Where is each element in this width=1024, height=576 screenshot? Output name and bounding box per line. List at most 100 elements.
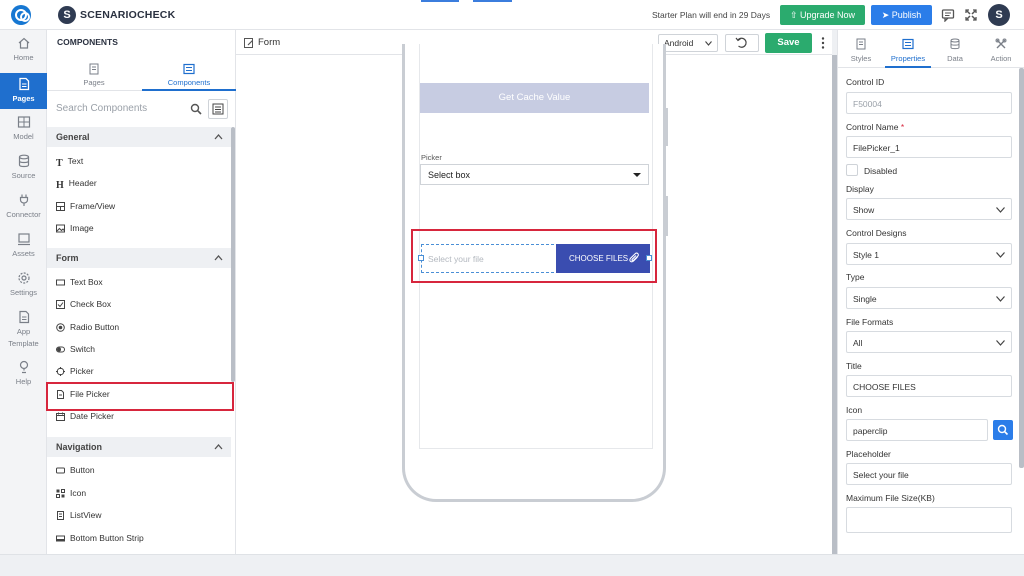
plan-status-text: Starter Plan will end in 29 Days [652,10,771,20]
tab-properties[interactable]: Properties [885,30,931,68]
user-avatar[interactable]: S [988,4,1010,26]
app-logo-icon[interactable] [11,5,31,25]
nav-label: Assets [12,249,35,258]
component-button[interactable]: Button [56,463,95,477]
choose-files-button[interactable]: CHOOSE FILES [556,244,650,273]
chevron-up-icon [214,444,223,450]
feedback-icon[interactable] [941,8,955,22]
nav-label: Connector [6,210,41,219]
search-icon[interactable] [190,103,202,115]
icon-label: Icon [846,405,863,415]
max-file-size-field[interactable] [846,507,1012,533]
tab-action[interactable]: Action [978,30,1024,68]
required-marker: * [900,122,905,132]
properties-scrollbar[interactable] [1019,68,1024,468]
components-scrollbar[interactable] [231,127,235,382]
component-text[interactable]: T Text [56,154,83,169]
type-value: Single [853,294,877,304]
control-id-label: Control ID [846,77,885,87]
resize-handle-right[interactable] [646,255,652,261]
plug-icon [19,194,28,206]
file-picker-control[interactable]: Select your file CHOOSE FILES [421,244,650,273]
disabled-checkbox[interactable] [846,164,858,176]
nav-item-connector[interactable]: Connector [0,193,47,227]
file-formats-select[interactable]: All [846,331,1012,353]
icon-field[interactable]: paperclip [846,419,988,441]
tab-data[interactable]: Data [932,30,978,68]
component-header[interactable]: H Header [56,176,97,192]
help-icon [19,360,28,374]
component-label: Image [70,223,94,233]
component-radio-button[interactable]: Radio Button [56,320,119,334]
nav-item-assets[interactable]: Assets [0,232,47,266]
platform-select[interactable]: Android [658,34,718,52]
component-bottom-button-strip[interactable]: Bottom Button Strip [56,531,144,545]
nav-item-app-template[interactable]: App Template [0,310,47,354]
chevron-up-icon [214,255,223,261]
nav-item-home[interactable]: Home [0,36,47,70]
control-designs-label: Control Designs [846,228,907,238]
component-text-box[interactable]: Text Box [56,275,103,289]
more-vertical-icon[interactable] [821,36,825,50]
disabled-label: Disabled [864,166,898,176]
placeholder-field[interactable]: Select your file [846,463,1012,485]
chevron-down-icon [996,207,1005,213]
icon-search-button[interactable] [993,420,1013,440]
toggle-icon [56,346,65,353]
image-icon [56,224,65,233]
file-placeholder[interactable]: Select your file [428,254,484,264]
upgrade-button[interactable]: ⇧ Upgrade Now [780,5,865,25]
nav-item-settings[interactable]: Settings [0,271,47,305]
fullscreen-icon[interactable] [964,8,978,22]
tab-pages[interactable]: Pages [47,56,141,91]
button-strip-icon [56,535,65,542]
title-field[interactable]: CHOOSE FILES [846,375,1012,397]
nav-label: Model [13,132,34,141]
component-listview[interactable]: ListView [56,508,102,522]
component-image[interactable]: Image [56,221,94,235]
section-navigation-header[interactable]: Navigation [47,437,231,457]
tab-components[interactable]: Components [142,56,236,91]
component-label: Header [68,178,97,188]
nav-item-pages[interactable]: Pages [0,73,53,109]
tab-label: Data [947,54,963,63]
get-cache-value-button[interactable]: Get Cache Value [420,83,649,113]
control-name-label-text: Control Name [846,122,899,132]
undo-button[interactable] [725,34,759,52]
save-button[interactable]: Save [765,33,812,53]
file-formats-label: File Formats [846,317,894,327]
tab-styles[interactable]: Styles [838,30,884,68]
component-switch[interactable]: Switch [56,342,95,356]
component-icon[interactable]: Icon [56,486,86,500]
project-name[interactable]: SCENARIOCHECK [80,9,175,21]
list-view-toggle-button[interactable] [208,99,228,119]
control-name-field[interactable]: FilePicker_1 [846,136,1012,158]
placeholder-label: Placeholder [846,449,891,459]
section-general-header[interactable]: General [47,127,231,147]
display-select[interactable]: Show [846,198,1012,220]
tab-label: Properties [890,54,926,63]
pages-icon [18,77,29,91]
type-select[interactable]: Single [846,287,1012,309]
nav-item-help[interactable]: Help [0,360,47,394]
header-icon: H [56,180,64,192]
tab-label: Styles [850,54,872,63]
picker-select[interactable]: Select box [420,164,649,185]
publish-button[interactable]: ➤ Publish [871,5,932,25]
nav-item-source[interactable]: Source [0,154,47,188]
component-label: ListView [70,510,102,520]
upgrade-icon: ⇧ [789,10,800,20]
chevron-down-icon [996,340,1005,346]
components-list-icon [183,63,195,75]
control-designs-select[interactable]: Style 1 [846,243,1012,265]
tab-label: Components [167,78,211,87]
search-input[interactable]: Search Components [56,103,147,114]
component-date-picker[interactable]: Date Picker [56,409,114,423]
nav-item-model[interactable]: Model [0,115,47,149]
component-frame-view[interactable]: Frame/View [56,199,115,213]
resize-handle-left[interactable] [418,255,424,261]
component-picker[interactable]: Picker [56,364,94,378]
section-form-header[interactable]: Form [47,248,231,268]
component-check-box[interactable]: Check Box [56,297,111,311]
left-nav: Home Pages Model Source Connector Assets… [0,30,53,554]
